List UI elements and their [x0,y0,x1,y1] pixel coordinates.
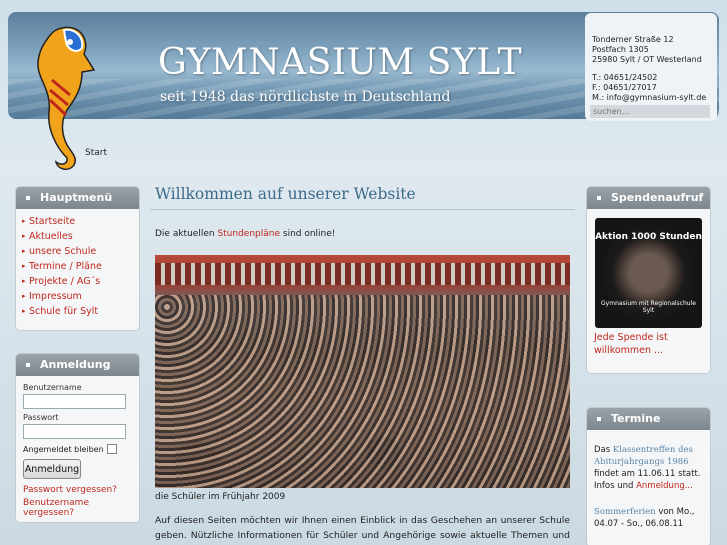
intro-after: sind online! [280,229,336,239]
dates-header: Termine [587,408,710,430]
address-mail: M.: info@gymnasium-sylt.de [592,93,707,102]
square-bullet-icon [26,363,30,367]
menu-item-schule-fuer-sylt[interactable]: ▸ Schule für Sylt [22,304,139,319]
welcome-text: Auf diesen Seiten möchten wir Ihnen eine… [155,515,570,541]
address-street: Tonderner Straße 12 [592,35,674,44]
password-label: Passwort [23,413,59,422]
arrow-right-icon: ▸ [22,262,26,270]
event-prefix: Das [594,445,613,455]
remember-checkbox[interactable] [106,444,117,454]
event-summer-holidays: Sommerferien von Mo., 04.07 - So., 06.08… [594,506,705,530]
menu-item-label: unsere Schule [29,246,97,257]
menu-item-termine[interactable]: ▸ Termine / Pläne [22,259,139,274]
dates-box: Termine Das Klassentreffen des Abiturjah… [586,407,711,545]
arrow-right-icon: ▸ [22,292,26,300]
stundenplaene-link[interactable]: Stundenpläne [217,229,280,239]
square-bullet-icon [597,417,601,421]
building-windows [155,263,570,285]
donation-link[interactable]: Jede Spende ist willkommen ... [587,328,710,357]
event-holidays-title[interactable]: Sommerferien [594,507,656,517]
arrow-right-icon: ▸ [22,277,26,285]
menu-item-label: Projekte / AG´s [29,276,101,287]
students-crowd [155,295,570,488]
reunion-signup-link[interactable]: Anmeldung... [636,481,693,491]
menu-item-label: Startseite [29,216,76,227]
username-label: Benutzername [23,383,82,392]
arrow-right-icon: ▸ [22,307,26,315]
donation-box: Spendenaufruf Aktion 1000 Stunden Gymnas… [586,186,711,374]
site-subtitle: seit 1948 das nördlichste in Deutschland [160,89,451,105]
login-box: Anmeldung Benutzername Passwort Angemeld… [15,353,140,523]
intro-before: Die aktuellen [155,229,218,239]
address-phone: T.: 04651/24502 [592,73,658,82]
arrow-right-icon: ▸ [22,247,26,255]
menu-item-label: Aktuelles [29,231,73,242]
forgot-username-link[interactable]: Benutzername vergessen? [23,498,139,518]
donation-header: Spendenaufruf [587,187,710,209]
login-header: Anmeldung [16,354,139,376]
remember-row: Angemeldet bleiben [23,444,139,454]
address-city: 25980 Sylt / OT Westerland [592,55,702,64]
site-title: GYMNASIUM SYLT [158,42,523,83]
dates-list: Das Klassentreffen des Abiturjahrgangs 1… [587,430,710,530]
dates-title: Termine [611,412,661,425]
photo-caption: die Schüler im Frühjahr 2009 [155,492,286,502]
remember-label: Angemeldet bleiben [23,444,104,454]
page-title: Willkommen auf unserer Website [150,185,575,210]
username-input[interactable] [23,394,126,409]
main-content: Willkommen auf unserer Website Die aktue… [150,185,575,541]
aktion-1000-stunden-badge[interactable]: Aktion 1000 Stunden Gymnasium mit Region… [595,218,702,328]
event-reunion: Das Klassentreffen des Abiturjahrgangs 1… [594,444,705,492]
main-menu-list: ▸ Startseite ▸ Aktuelles ▸ unsere Schule ▸ T… [16,209,139,319]
donation-title: Spendenaufruf [611,191,704,204]
main-menu-box: Hauptmenü ▸ Startseite ▸ Aktuelles ▸ unsere… [15,186,140,331]
menu-item-startseite[interactable]: ▸ Startseite [22,214,139,229]
menu-item-label: Impressum [29,291,82,302]
group-photo [155,255,570,488]
main-menu-header: Hauptmenü [16,187,139,209]
forgot-password-link[interactable]: Passwort vergessen? [23,485,139,495]
menu-item-projekte[interactable]: ▸ Projekte / AG´s [22,274,139,289]
square-bullet-icon [597,196,601,200]
arrow-right-icon: ▸ [22,232,26,240]
menu-item-impressum[interactable]: ▸ Impressum [22,289,139,304]
menu-item-aktuelles[interactable]: ▸ Aktuelles [22,229,139,244]
menu-item-label: Termine / Pläne [29,261,102,272]
address-fax: F.: 04651/27017 [592,83,657,92]
menu-item-unsere-schule[interactable]: ▸ unsere Schule [22,244,139,259]
badge-top-text: Aktion 1000 Stunden [595,232,702,242]
breadcrumb[interactable]: Start [85,148,107,158]
arrow-right-icon: ▸ [22,217,26,225]
intro-text: Die aktuellen Stundenpläne sind online! [150,229,575,239]
login-title: Anmeldung [40,358,111,371]
address-postbox: Postfach 1305 [592,45,649,54]
main-menu-title: Hauptmenü [40,191,113,204]
search-input[interactable] [590,105,710,118]
login-button[interactable]: Anmeldung [23,459,81,479]
password-input[interactable] [23,424,126,439]
badge-bottom-text: Gymnasium mit Regionalschule Sylt [601,300,696,314]
menu-item-label: Schule für Sylt [29,306,99,317]
square-bullet-icon [26,196,30,200]
